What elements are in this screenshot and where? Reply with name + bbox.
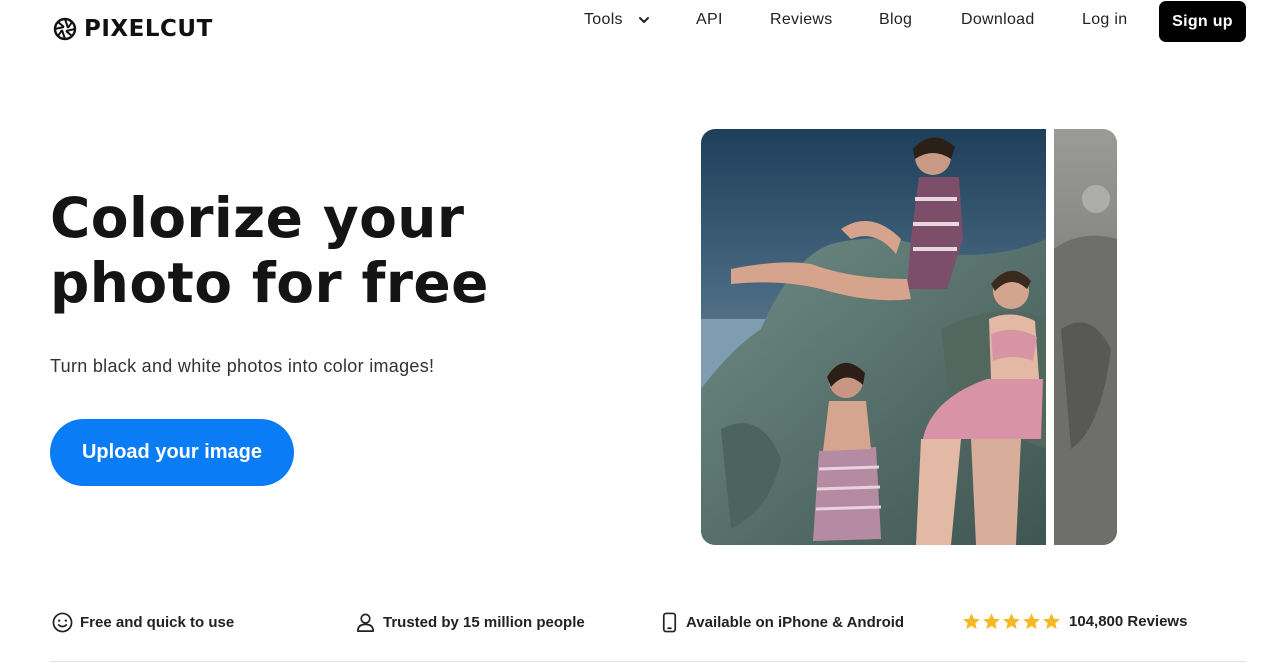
beach-photo-illustration [701, 129, 1117, 545]
star-icon [1043, 613, 1060, 630]
feature-free-label: Free and quick to use [80, 614, 235, 631]
feature-trusted: Trusted by 15 million people [355, 612, 585, 633]
signup-button[interactable]: Sign up [1159, 1, 1246, 42]
main-nav: Tools API Reviews Blog Download Log in S… [0, 0, 1280, 42]
star-icon [1023, 613, 1040, 630]
nav-login-link[interactable]: Log in [1082, 11, 1127, 29]
star-icon [963, 613, 980, 630]
smiley-icon [52, 612, 73, 633]
section-divider [50, 661, 1246, 662]
person-icon [357, 613, 374, 632]
nav-api-link[interactable]: API [696, 11, 723, 29]
colorized-photo-comparison[interactable] [701, 129, 1117, 545]
chevron-down-icon [638, 17, 649, 23]
site-header: PIXELCUT Tools API Reviews Blog Download… [0, 0, 1280, 60]
feature-reviews-label: 104,800 Reviews [1069, 613, 1188, 630]
feature-free: Free and quick to use [52, 612, 234, 633]
nav-blog-link[interactable]: Blog [879, 11, 912, 29]
nav-reviews-link[interactable]: Reviews [770, 11, 833, 29]
phone-icon [662, 612, 677, 633]
upload-image-button[interactable]: Upload your image [50, 419, 294, 486]
feature-trusted-label: Trusted by 15 million people [383, 614, 585, 631]
page-title: Colorize your photo for free [50, 186, 489, 315]
feature-reviews: 104,800 Reviews [962, 612, 1187, 631]
feature-available: Available on iPhone & Android [660, 612, 904, 633]
feature-available-label: Available on iPhone & Android [686, 614, 905, 631]
nav-download-link[interactable]: Download [961, 11, 1035, 29]
star-rating [962, 612, 1061, 631]
nav-tools-dropdown[interactable]: Tools [584, 11, 651, 29]
feature-strip: Free and quick to use Trusted by 15 mill… [0, 608, 1280, 638]
hero-subtitle: Turn black and white photos into color i… [50, 356, 435, 376]
nav-tools-label: Tools [584, 11, 623, 28]
star-icon [1003, 613, 1020, 630]
star-icon [983, 613, 1000, 630]
